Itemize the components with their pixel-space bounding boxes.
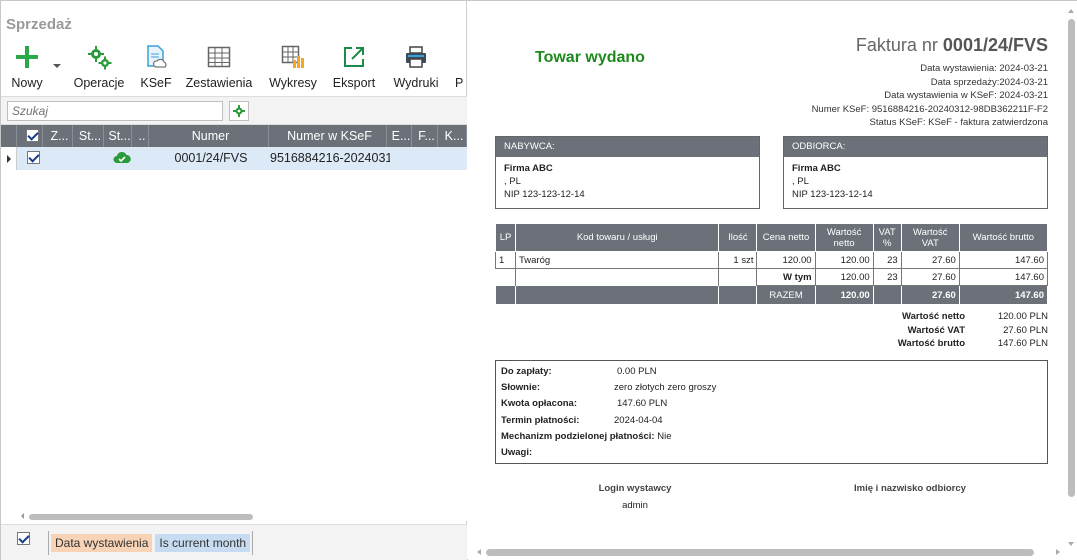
invoice-number: 0001/24/FVS bbox=[942, 35, 1048, 55]
issuer-signature: Login wystawcy admin bbox=[598, 483, 672, 511]
export-button-label: Eksport bbox=[332, 76, 376, 90]
items-table: LP Kod towaru / usługi Ilość Cena netto … bbox=[494, 223, 1049, 305]
charts-button-label: Wykresy bbox=[269, 76, 317, 90]
new-button-label: Nowy bbox=[11, 76, 43, 90]
cell-numer-ksef: 9516884216-20240312 bbox=[270, 151, 390, 165]
new-button[interactable]: Nowy bbox=[7, 43, 47, 95]
chart-icon bbox=[267, 43, 319, 71]
page-title: Sprzedaż bbox=[6, 16, 72, 33]
gears-icon bbox=[71, 43, 127, 71]
export-button[interactable]: Eksport bbox=[331, 43, 377, 95]
col-header-f[interactable]: F... bbox=[412, 125, 438, 147]
grid-horizontal-scrollbar[interactable] bbox=[19, 511, 463, 521]
preview-horizontal-scrollbar[interactable] bbox=[476, 547, 1061, 557]
sales-grid: Z... St... St... .. Numer Numer w KSeF E… bbox=[1, 96, 467, 521]
filter-enabled-checkbox[interactable] bbox=[17, 532, 30, 545]
statements-button[interactable]: Zestawienia bbox=[185, 43, 253, 95]
new-dropdown-arrow-icon[interactable] bbox=[53, 64, 61, 68]
cloud-check-icon bbox=[109, 147, 131, 170]
recipient-signature: Imię i nazwisko odbiorcy bbox=[854, 483, 966, 494]
col-header-k[interactable]: K... bbox=[438, 125, 467, 147]
invoice-meta: Data wystawienia: 2024-03-21 Data sprzed… bbox=[811, 63, 1048, 129]
payment-box: Do zapłaty: 0.00 PLN Słownie: zero złotych… bbox=[495, 360, 1048, 464]
col-header-z[interactable]: Z... bbox=[43, 125, 73, 147]
operations-button[interactable]: Operacje bbox=[71, 43, 127, 95]
toolbar: Nowy Operacje KSeF Zestawienia Wykresy E… bbox=[1, 43, 467, 95]
filter-bar: Data wystawienia Is current month bbox=[1, 524, 467, 560]
search-settings-button[interactable] bbox=[229, 101, 249, 121]
invoice-title: Faktura nr 0001/24/FVS bbox=[855, 35, 1048, 55]
row-checkbox[interactable] bbox=[17, 147, 43, 170]
ksef-button[interactable]: KSeF bbox=[137, 43, 175, 95]
operations-button-label: Operacje bbox=[73, 76, 125, 90]
table-row: 1 Twaróg 1 szt 120.00 120.00 23 27.60 14… bbox=[494, 251, 1049, 269]
col-header-st1[interactable]: St... bbox=[73, 125, 104, 147]
sales-panel: Sprzedaż Nowy Operacje KSeF Zestawienia … bbox=[1, 1, 467, 560]
col-header-numer-ksef[interactable]: Numer w KSeF bbox=[269, 125, 387, 147]
export-icon bbox=[331, 43, 377, 71]
col-header-st2[interactable]: St... bbox=[104, 125, 132, 147]
col-header-e[interactable]: E... bbox=[387, 125, 412, 147]
preview-vertical-scrollbar[interactable] bbox=[1066, 9, 1076, 546]
more-button-label: P bbox=[455, 76, 464, 90]
filter-chip-month[interactable]: Is current month bbox=[155, 534, 251, 552]
scrollbar-thumb[interactable] bbox=[29, 514, 253, 520]
col-header-dots[interactable]: .. bbox=[132, 125, 149, 147]
totals-summary: Wartość netto 120.00 PLN Wartość VAT 27.60… bbox=[897, 311, 1048, 349]
active-filters: Data wystawienia Is current month bbox=[48, 531, 254, 555]
statements-button-label: Zestawienia bbox=[185, 76, 253, 90]
invoice-preview: Towar wydano Faktura nr 0001/24/FVS Data… bbox=[468, 1, 1077, 560]
search-input[interactable] bbox=[7, 101, 223, 121]
recipient-box: ODBIORCA: Firma ABC , PL NIP 123-123-12-… bbox=[783, 136, 1048, 209]
cell-numer: 0001/24/FVS bbox=[174, 151, 248, 165]
table-row[interactable]: 0001/24/FVS 9516884216-20240312 bbox=[1, 147, 467, 170]
col-header-numer[interactable]: Numer bbox=[149, 125, 269, 147]
scrollbar-thumb[interactable] bbox=[1068, 19, 1075, 497]
razem-row: RAZEM 120.00 27.60 147.60 bbox=[494, 285, 1049, 305]
search-row bbox=[1, 97, 467, 125]
prints-button[interactable]: Wydruki bbox=[391, 43, 441, 95]
scrollbar-thumb[interactable] bbox=[486, 549, 1034, 556]
grid-header: Z... St... St... .. Numer Numer w KSeF E… bbox=[1, 125, 467, 147]
charts-button[interactable]: Wykresy bbox=[267, 43, 319, 95]
printer-icon bbox=[391, 43, 441, 71]
filter-chip-date[interactable]: Data wystawienia bbox=[51, 534, 153, 552]
gear-icon bbox=[233, 105, 245, 117]
buyer-box: NABYWCA: Firma ABC , PL NIP 123-123-12-1… bbox=[495, 136, 760, 209]
invoice-document: Towar wydano Faktura nr 0001/24/FVS Data… bbox=[494, 1, 1049, 541]
select-all-checkbox[interactable] bbox=[17, 125, 43, 147]
more-button[interactable]: P bbox=[455, 43, 467, 95]
plus-icon bbox=[7, 43, 47, 71]
table-icon bbox=[185, 43, 253, 71]
document-cloud-icon bbox=[137, 43, 175, 71]
wtym-row: W tym 120.00 23 27.60 147.60 bbox=[495, 268, 1049, 286]
row-indicator-icon bbox=[1, 147, 17, 170]
prints-button-label: Wydruki bbox=[393, 76, 439, 90]
app-window: Sprzedaż Nowy Operacje KSeF Zestawienia … bbox=[0, 0, 1077, 560]
issued-stamp: Towar wydano bbox=[535, 49, 645, 66]
items-table-header: LP Kod towaru / usługi Ilość Cena netto … bbox=[494, 223, 1049, 252]
ksef-button-label: KSeF bbox=[140, 76, 172, 90]
